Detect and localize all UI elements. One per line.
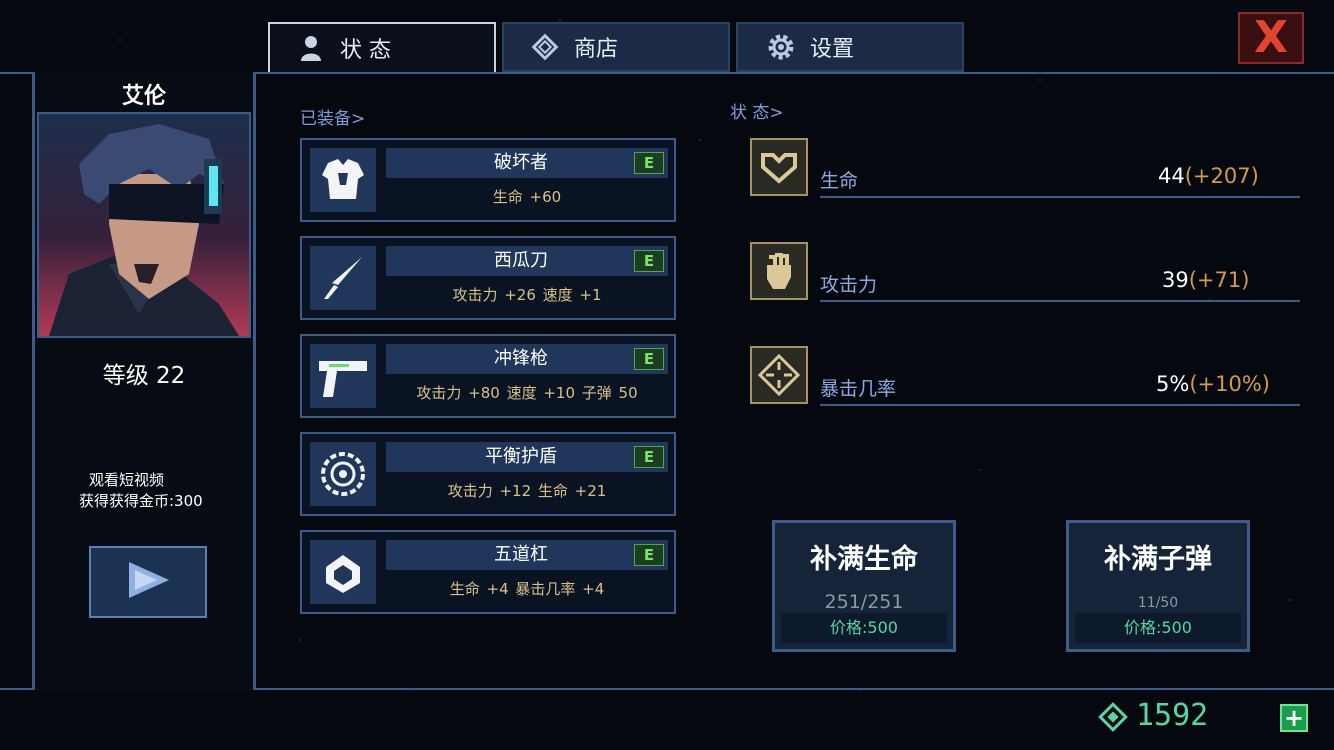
- play-icon: [123, 558, 173, 606]
- refill-hp-button[interactable]: 补满生命 251/251 价格:500: [772, 520, 956, 652]
- refill-ammo-price: 价格:500: [1124, 618, 1192, 637]
- add-currency-button[interactable]: +: [1280, 704, 1308, 732]
- tab-status[interactable]: 状 态: [268, 22, 496, 72]
- fist-icon: [750, 242, 808, 300]
- close-icon: X: [1254, 12, 1288, 63]
- armor-icon: [310, 148, 376, 212]
- hero-name: 艾伦: [121, 84, 166, 109]
- person-icon: [296, 33, 326, 63]
- tab-settings-label: 设置: [810, 37, 855, 62]
- refill-ammo-title: 补满子弹: [1104, 544, 1212, 575]
- grade-badge: E: [634, 446, 664, 468]
- equipment-slot[interactable]: 平衡护盾 E 攻击力 +12 生命 +21: [300, 432, 676, 516]
- video-reward-text: 观看短视频 获得获得金币:300: [79, 470, 203, 512]
- stat-value-hp: 44(+207): [1158, 164, 1259, 188]
- watch-video-button[interactable]: [89, 546, 207, 618]
- equipment-slot[interactable]: 五道杠 E 生命 +4 暴击几率 +4: [300, 530, 676, 614]
- grade-badge: E: [634, 152, 664, 174]
- grade-badge: E: [634, 348, 664, 370]
- hero-level: 等级 22: [102, 363, 186, 389]
- tab-status-label: 状 态: [340, 38, 391, 63]
- gem-icon: [1098, 702, 1128, 732]
- diamond-icon: [530, 32, 560, 62]
- equipment-name: 西瓜刀: [494, 250, 548, 271]
- gear-icon: [766, 32, 796, 62]
- stat-name-hp: 生命: [820, 170, 859, 192]
- video-reward-line2: 获得获得金币:300: [79, 492, 203, 510]
- equipment-stats: 攻击力 +12 生命 +21: [447, 482, 607, 500]
- video-reward-line1: 观看短视频: [89, 471, 165, 489]
- equipment-stats: 生命 +60: [492, 188, 562, 206]
- equipment-stats: 攻击力 +26 速度 +1: [452, 286, 602, 304]
- stat-value-crit: 5%(+10%): [1156, 372, 1270, 396]
- hero-panel: 艾伦 等级 22 观看短视频 获得获得金币:300: [32, 72, 256, 690]
- grade-badge: E: [634, 250, 664, 272]
- stat-name-attack: 攻击力: [820, 274, 878, 296]
- equipment-stats: 攻击力 +80 速度 +10 子弹 50: [416, 384, 638, 402]
- equipped-label: 已装备>: [300, 109, 366, 129]
- stat-name-crit: 暴击几率: [820, 378, 897, 400]
- grade-badge: E: [634, 544, 664, 566]
- hero-portrait: [37, 112, 251, 338]
- equipment-stats: 生命 +4 暴击几率 +4: [449, 580, 605, 598]
- refill-ammo-button[interactable]: 补满子弹 11/50 价格:500: [1066, 520, 1250, 652]
- refill-hp-title: 补满生命: [810, 544, 918, 575]
- equipment-name: 冲锋枪: [494, 348, 548, 369]
- ring-icon: [310, 540, 376, 604]
- stat-value-attack: 39(+71): [1162, 268, 1250, 292]
- close-button[interactable]: X: [1238, 12, 1304, 64]
- crosshair-icon: [750, 346, 808, 404]
- tab-shop-label: 商店: [574, 37, 619, 62]
- gun-icon: [310, 344, 376, 408]
- knife-icon: [310, 246, 376, 310]
- tab-shop[interactable]: 商店: [502, 22, 730, 72]
- status-label: 状 态>: [730, 103, 784, 123]
- refill-ammo-amount: 11/50: [1137, 595, 1179, 611]
- equipment-name: 五道杠: [494, 544, 548, 565]
- currency-amount: 1592: [1136, 698, 1209, 733]
- equipment-slot[interactable]: 西瓜刀 E 攻击力 +26 速度 +1: [300, 236, 676, 320]
- tab-settings[interactable]: 设置: [736, 22, 964, 72]
- refill-hp-amount: 251/251: [824, 591, 904, 613]
- equipment-slot[interactable]: 破坏者 E 生命 +60: [300, 138, 676, 222]
- equipment-name: 平衡护盾: [485, 446, 557, 467]
- heart-icon: [750, 138, 808, 196]
- refill-hp-price: 价格:500: [830, 618, 898, 637]
- equipment-name: 破坏者: [494, 152, 548, 173]
- shield-icon: [310, 442, 376, 506]
- plus-icon: +: [1283, 704, 1305, 732]
- equipment-slot[interactable]: 冲锋枪 E 攻击力 +80 速度 +10 子弹 50: [300, 334, 676, 418]
